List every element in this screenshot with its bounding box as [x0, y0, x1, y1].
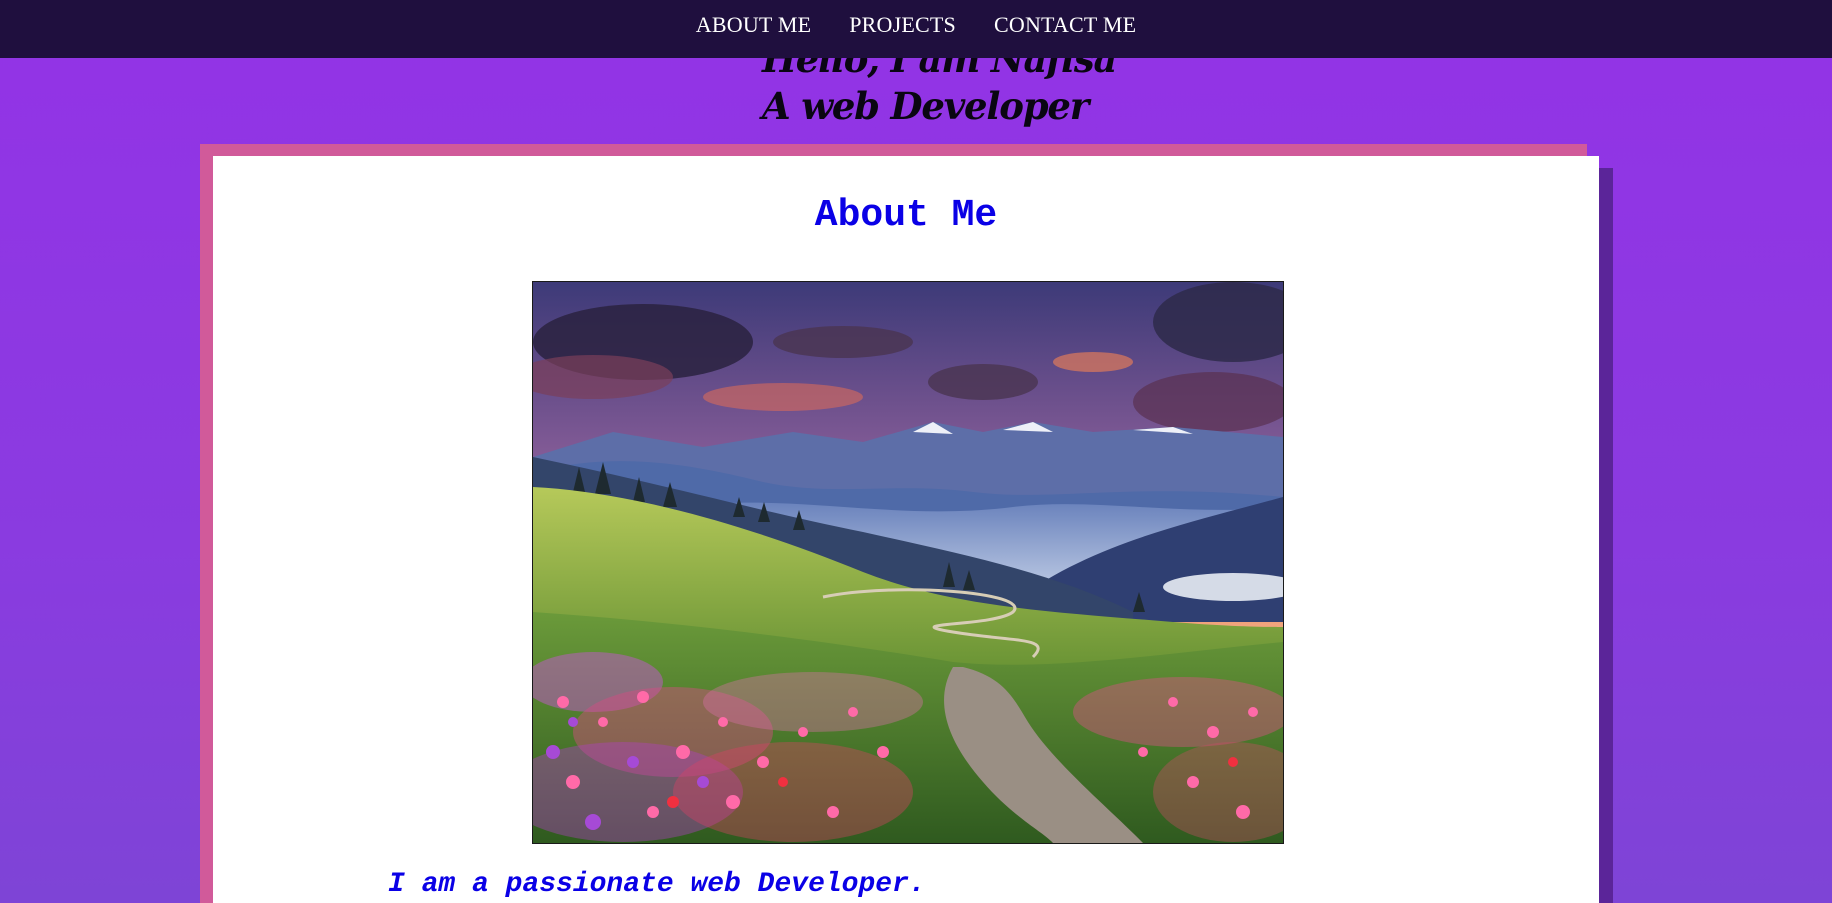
- nav-link-about-me[interactable]: ABOUT ME: [696, 12, 811, 37]
- nav-link-projects[interactable]: PROJECTS: [849, 12, 956, 37]
- top-navbar: ABOUT ME PROJECTS CONTACT ME: [0, 0, 1832, 58]
- about-card: About Me I am a passionate web Developer…: [213, 156, 1599, 903]
- nav-menu: ABOUT ME PROJECTS CONTACT ME: [696, 12, 1136, 38]
- hero-role: A web Developer: [762, 84, 1089, 128]
- nav-item-projects: PROJECTS: [849, 12, 956, 38]
- landscape-image: [532, 281, 1284, 844]
- about-intro-text: I am a passionate web Developer.: [388, 869, 926, 900]
- nav-item-contact: CONTACT ME: [994, 12, 1136, 38]
- landscape-illustration: [533, 282, 1283, 843]
- nav-item-about: ABOUT ME: [696, 12, 811, 38]
- nav-link-contact-me[interactable]: CONTACT ME: [994, 12, 1136, 37]
- about-title: About Me: [814, 194, 998, 237]
